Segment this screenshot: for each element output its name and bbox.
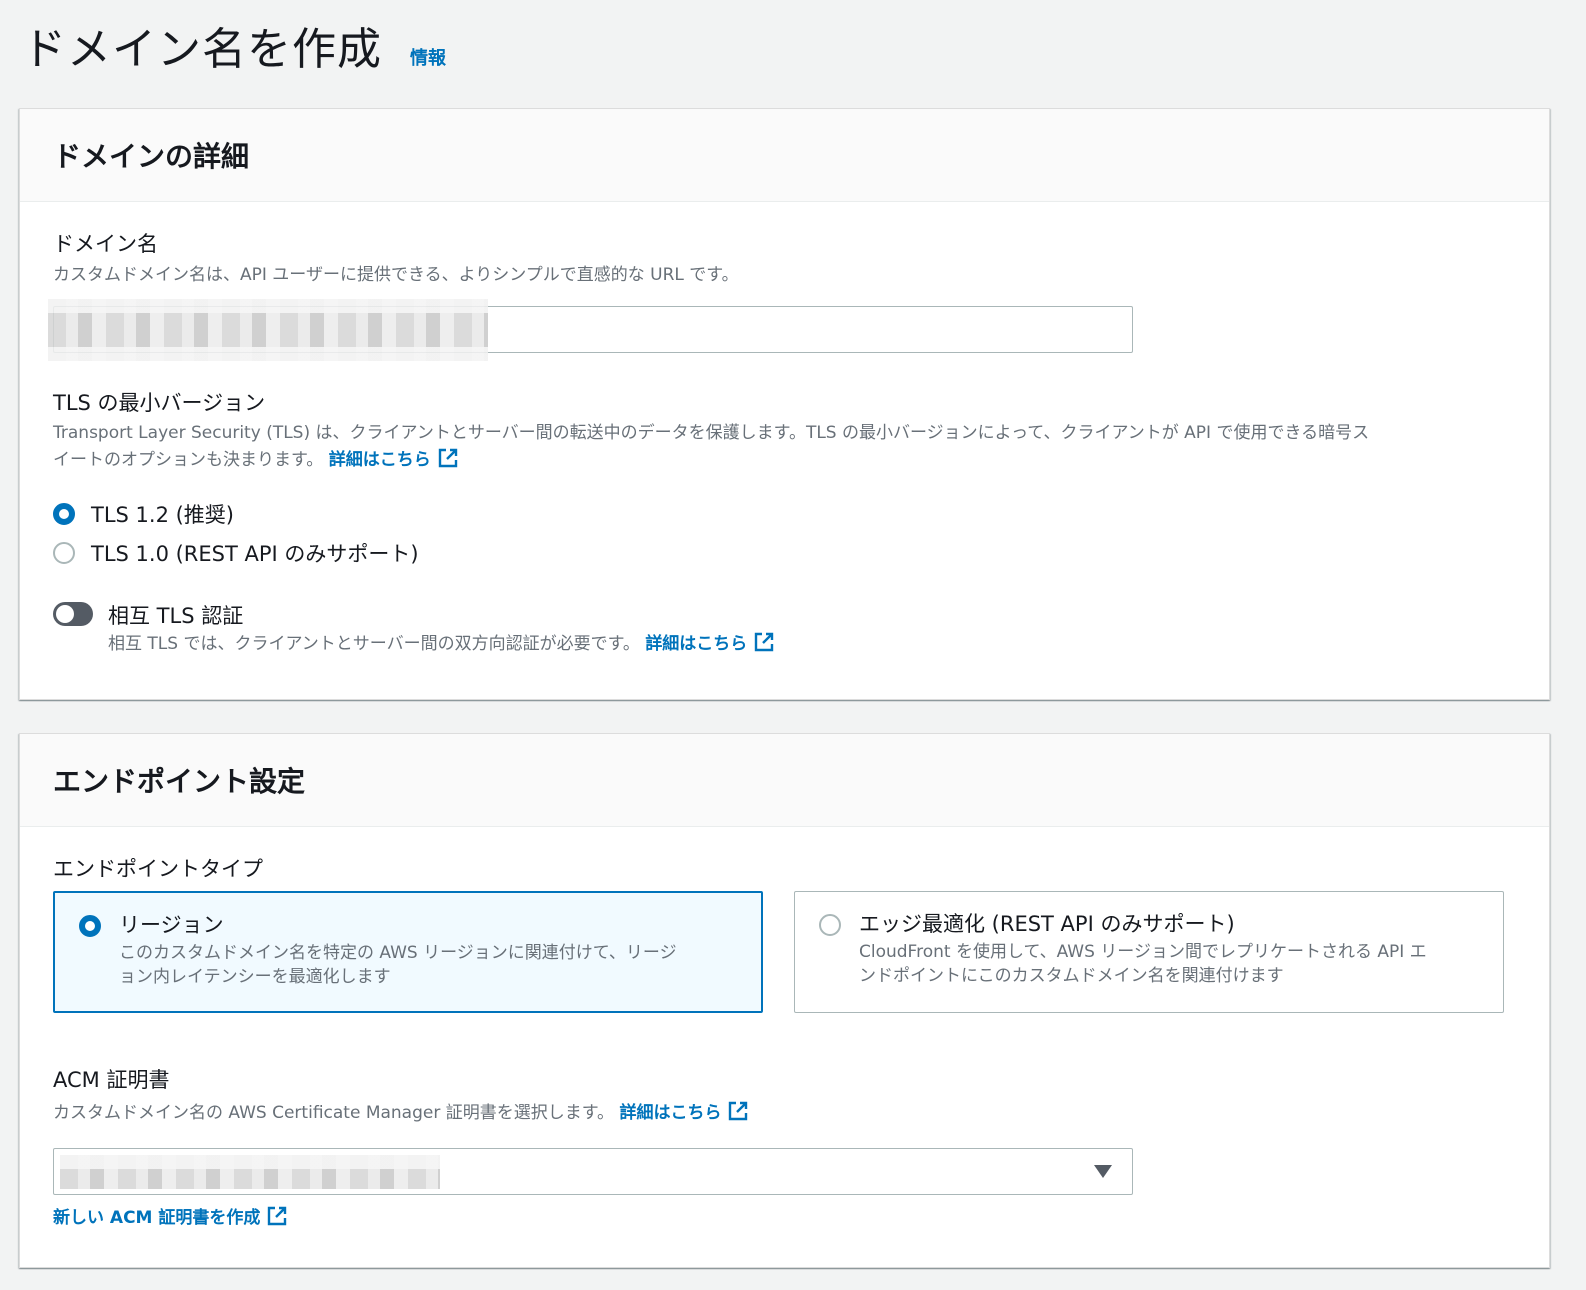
tls-1-2-label: TLS 1.2 (推奨) [91, 503, 234, 527]
acm-certificate-select[interactable] [53, 1148, 1133, 1195]
domain-name-label: ドメイン名 [53, 232, 158, 256]
regional-description: このカスタムドメイン名を特定の AWS リージョンに関連付けて、リージ ョン内レ… [119, 941, 749, 989]
tls-1-2-radio[interactable] [53, 503, 75, 525]
external-link-icon [729, 1101, 748, 1121]
redacted-value [60, 1155, 440, 1189]
external-link-icon [755, 632, 774, 652]
acm-learn-more-link[interactable]: 詳細はこちら [619, 1101, 749, 1123]
external-link-icon [438, 448, 457, 468]
mutual-tls-toggle[interactable] [53, 602, 93, 626]
mutual-tls-description-wrap: 相互 TLS では、クライアントとサーバー間の双方向認証が必要です。 詳細はこち… [108, 631, 775, 658]
regional-radio[interactable] [79, 915, 101, 937]
domain-details-panel: ドメインの詳細 ドメイン名 カスタムドメイン名は、API ユーザーに提供できる、… [19, 108, 1550, 700]
mutual-tls-description: 相互 TLS では、クライアントとサーバー間の双方向認証が必要です。 [108, 634, 640, 654]
tls-option-1-2[interactable]: TLS 1.2 (推奨) [53, 499, 234, 529]
create-acm-link[interactable]: 新しい ACM 証明書を作成 [53, 1205, 288, 1232]
endpoint-type-label: エンドポイントタイプ [53, 857, 263, 881]
edge-title: エッジ最適化 (REST API のみサポート) [859, 912, 1235, 936]
tls-description-line2-wrap: イートのオプションも決まります。 詳細はこちら [53, 447, 1513, 474]
external-link-icon [268, 1206, 287, 1226]
caret-down-icon [1094, 1165, 1112, 1178]
endpoint-tile-regional[interactable]: リージョン このカスタムドメイン名を特定の AWS リージョンに関連付けて、リー… [53, 891, 763, 1013]
edge-description-line2: ンドポイントにこのカスタムドメイン名を関連付けます [859, 966, 1284, 986]
acm-label: ACM 証明書 [53, 1068, 170, 1092]
regional-title: リージョン [119, 913, 224, 937]
edge-radio[interactable] [819, 914, 841, 936]
acm-description: カスタムドメイン名の AWS Certificate Manager 証明書を選… [53, 1103, 615, 1123]
domain-name-description: カスタムドメイン名は、API ユーザーに提供できる、よりシンプルで直感的な UR… [53, 265, 739, 285]
info-link[interactable]: 情報 [410, 44, 446, 70]
redacted-value [48, 299, 488, 361]
tls-learn-more-link[interactable]: 詳細はこちら [328, 448, 459, 470]
regional-description-line2: ョン内レイテンシーを最適化します [119, 967, 391, 987]
tls-option-1-0[interactable]: TLS 1.0 (REST API のみサポート) [53, 538, 419, 568]
tls-label: TLS の最小バージョン [53, 391, 266, 415]
page-header: ドメイン名を作成 情報 [22, 22, 446, 78]
panel-title: エンドポイント設定 [53, 765, 306, 798]
panel-header: ドメインの詳細 [20, 109, 1549, 202]
tls-description-line2: イートのオプションも決まります。 [53, 450, 324, 470]
mutual-tls-learn-more-link[interactable]: 詳細はこちら [645, 632, 775, 654]
endpoint-config-panel: エンドポイント設定 エンドポイントタイプ リージョン このカスタムドメイン名を特… [19, 733, 1550, 1268]
domain-name-input[interactable] [48, 299, 1133, 361]
regional-description-line1: このカスタムドメイン名を特定の AWS リージョンに関連付けて、リージ [119, 943, 677, 963]
tls-learn-more-text: 詳細はこちら [328, 450, 431, 470]
panel-header: エンドポイント設定 [20, 734, 1549, 827]
mutual-tls-learn-more-text: 詳細はこちら [645, 634, 748, 654]
panel-title: ドメインの詳細 [53, 140, 250, 173]
edge-description: CloudFront を使用して、AWS リージョン間でレプリケートされる AP… [859, 940, 1489, 988]
acm-learn-more-text: 詳細はこちら [619, 1103, 722, 1123]
tls-description: Transport Layer Security (TLS) は、クライアントと… [53, 420, 1513, 474]
edge-description-line1: CloudFront を使用して、AWS リージョン間でレプリケートされる AP… [859, 942, 1427, 962]
endpoint-tile-edge[interactable]: エッジ最適化 (REST API のみサポート) CloudFront を使用し… [794, 891, 1504, 1013]
create-acm-link-text: 新しい ACM 証明書を作成 [53, 1208, 261, 1228]
tls-description-line1: Transport Layer Security (TLS) は、クライアントと… [53, 423, 1370, 443]
acm-description-wrap: カスタムドメイン名の AWS Certificate Manager 証明書を選… [53, 1100, 749, 1127]
tls-1-0-radio[interactable] [53, 542, 75, 564]
tls-1-0-label: TLS 1.0 (REST API のみサポート) [91, 542, 419, 566]
page-title: ドメイン名を作成 [22, 24, 382, 75]
mutual-tls-label: 相互 TLS 認証 [108, 604, 244, 628]
